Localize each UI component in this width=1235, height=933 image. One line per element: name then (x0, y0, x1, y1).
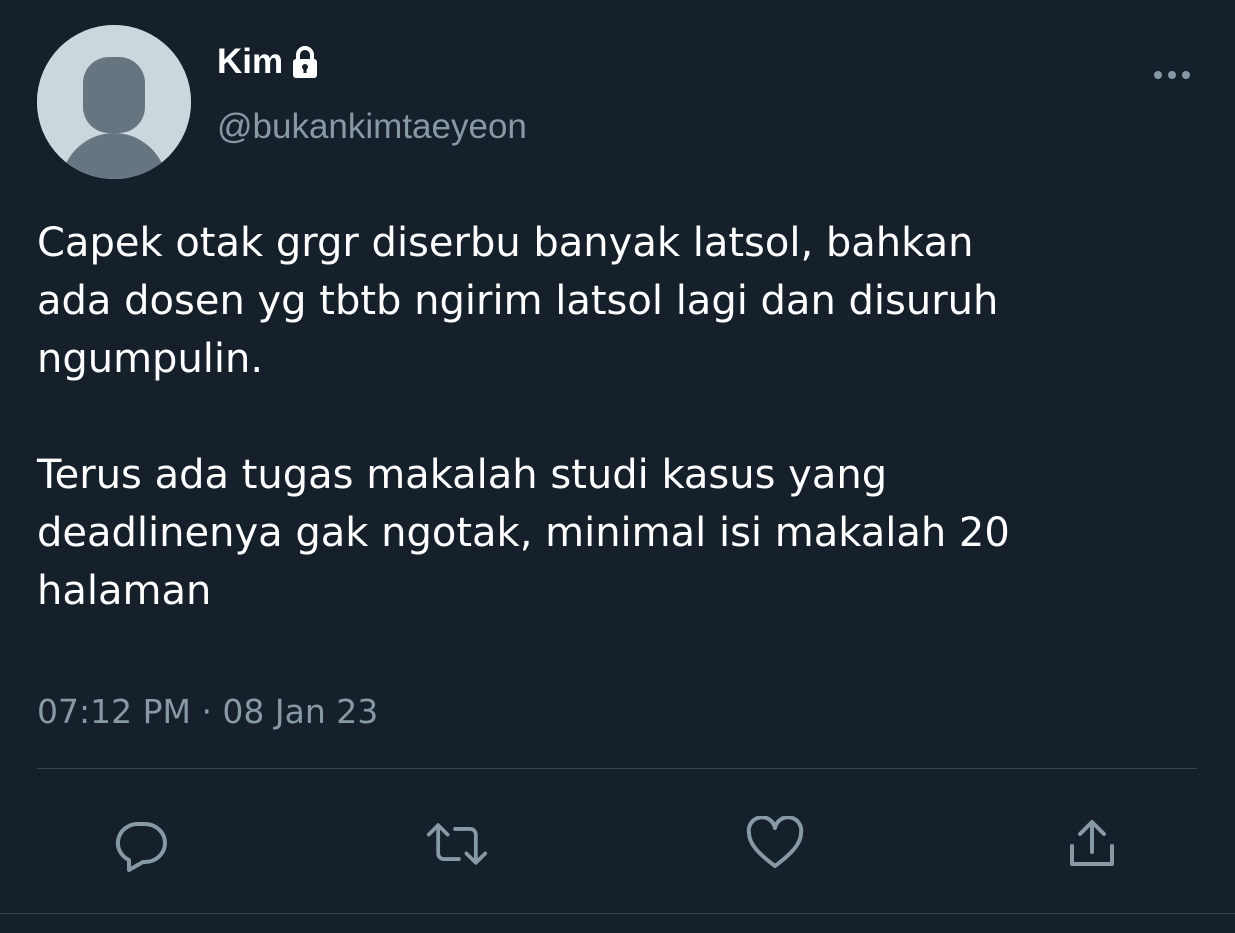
user-handle[interactable]: @bukankimtaeyeon (217, 106, 527, 148)
tweet-text: Capek otak grgr diserbu banyak latsol, b… (37, 220, 1010, 614)
tweet: Kim @bukankimtaeyeon Capek otak grgr dis… (0, 0, 1235, 933)
heart-icon (746, 816, 804, 868)
like-button[interactable] (743, 812, 807, 876)
display-name[interactable]: Kim (217, 41, 321, 83)
bottom-divider (0, 913, 1235, 914)
divider (37, 768, 1197, 769)
tweet-timestamp[interactable]: 07:12 PM · 08 Jan 23 (37, 691, 378, 733)
lock-icon (289, 45, 321, 79)
retweet-icon (426, 823, 488, 865)
avatar[interactable] (37, 25, 191, 179)
share-button[interactable] (1060, 812, 1124, 876)
share-upload-icon (1070, 820, 1114, 866)
more-options-button[interactable] (1144, 56, 1200, 94)
reply-bubble-icon (115, 822, 167, 872)
more-dots-icon (1154, 71, 1190, 79)
retweet-button[interactable] (425, 812, 489, 876)
default-profile-icon (37, 25, 191, 179)
display-name-text: Kim (217, 42, 284, 81)
reply-button[interactable] (109, 812, 173, 876)
